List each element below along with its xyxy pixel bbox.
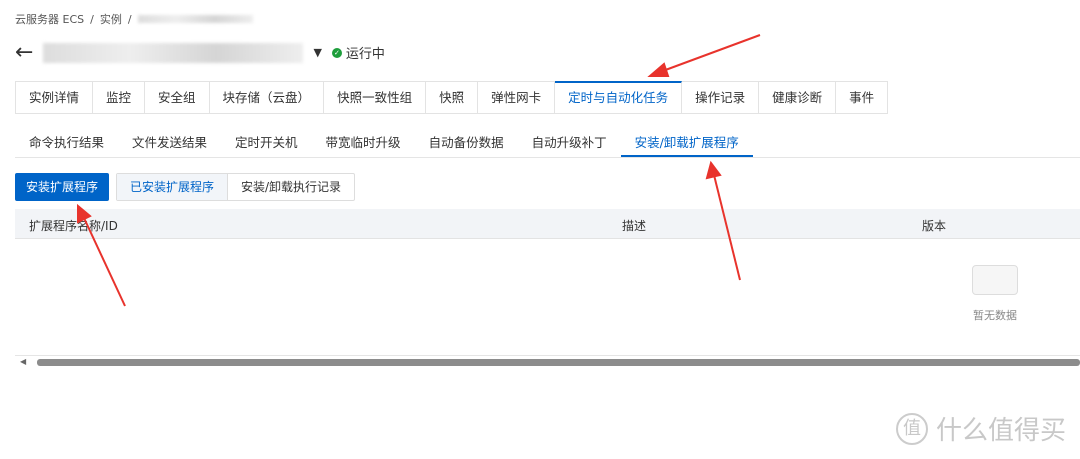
watermark: 值 什么值得买 xyxy=(895,410,1066,447)
arrow-to-install-button xyxy=(83,217,126,307)
arrow-to-extensions-subtab xyxy=(713,174,741,281)
annotation-arrows xyxy=(77,34,761,307)
arrow-to-automation-tab xyxy=(659,34,761,73)
watermark-text: 什么值得买 xyxy=(935,416,1066,446)
watermark-logo: 值 xyxy=(895,412,928,445)
